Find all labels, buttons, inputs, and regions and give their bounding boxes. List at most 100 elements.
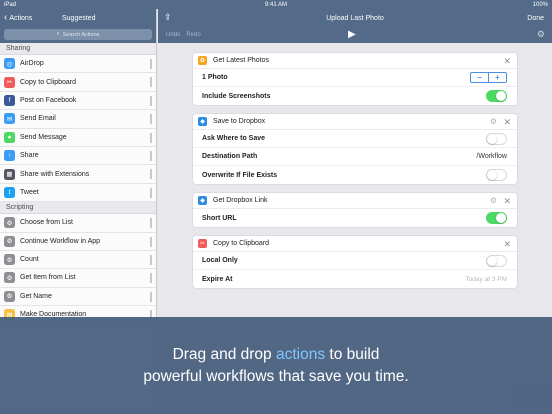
promo-caption: Drag and drop actions to build powerful …	[0, 317, 552, 414]
action-list-item[interactable]: ⚙ Continue Workflow in App	[0, 232, 156, 251]
editor-toolbar: Undo Redo ▶ ⚙	[158, 27, 552, 43]
toggle-switch[interactable]	[486, 90, 507, 102]
drag-handle-icon[interactable]	[150, 59, 152, 69]
drag-handle-icon[interactable]	[150, 254, 152, 265]
toggle-switch[interactable]	[486, 212, 507, 224]
drag-handle-icon[interactable]	[150, 95, 152, 106]
gear-icon: ⚙	[4, 217, 15, 229]
drag-handle-icon[interactable]	[150, 291, 152, 302]
share-icon[interactable]: ⇪	[164, 12, 172, 23]
undo-button[interactable]: Undo	[166, 32, 180, 38]
action-list-item[interactable]: ⚙ Get Item from List	[0, 269, 156, 288]
drag-handle-icon[interactable]	[150, 169, 152, 180]
action-label: Send Email	[20, 115, 56, 123]
sidebar-nav-bar: ‹ Actions Suggested	[0, 9, 156, 27]
parameter-label: Expire At	[202, 275, 233, 283]
parameter-label: 1 Photo	[202, 74, 228, 81]
toggle-switch[interactable]	[486, 254, 507, 267]
parameter-row: Short URL	[193, 209, 517, 227]
done-button[interactable]: Done	[527, 15, 544, 22]
action-list-item[interactable]: ◎ AirDrop	[0, 55, 156, 74]
action-label: Send Message	[20, 133, 67, 141]
action-card-title: Get Dropbox Link	[213, 197, 268, 204]
status-bar: iPad 9:41 AM 100%	[0, 0, 552, 9]
quantity-stepper[interactable]: − +	[470, 72, 507, 83]
play-icon[interactable]: ▶	[348, 29, 356, 40]
parameter-row: Include Screenshots	[193, 87, 517, 105]
drag-handle-icon[interactable]	[150, 273, 152, 284]
plus-icon[interactable]: +	[489, 73, 506, 82]
dropbox-icon: ◆	[198, 196, 207, 205]
parameter-value[interactable]: /Workflow	[476, 153, 507, 160]
parameter-label: Local Only	[202, 257, 238, 264]
gear-icon[interactable]: ⚙	[490, 196, 497, 205]
scissors-icon: ✂	[4, 76, 15, 88]
action-list-item[interactable]: f Post on Facebook	[0, 91, 156, 111]
settings-icon[interactable]: ⚙	[537, 29, 545, 40]
gear-icon[interactable]: ⚙	[490, 117, 497, 126]
message-icon: ●	[4, 131, 15, 143]
action-card[interactable]: ◆ Get Dropbox Link ⚙ ✕ Short URL	[193, 193, 517, 227]
action-label: Continue Workflow in App	[20, 237, 101, 245]
parameter-label: Overwrite If File Exists	[202, 171, 278, 179]
action-list-item[interactable]: ⚙ Count	[0, 250, 156, 270]
parameter-row: Destination Path/Workflow	[193, 148, 517, 166]
drag-handle-icon[interactable]	[150, 236, 152, 247]
action-list-item[interactable]: ↑ Share	[0, 146, 156, 166]
drag-handle-icon[interactable]	[150, 187, 152, 198]
drag-handle-icon[interactable]	[150, 218, 152, 229]
share-icon: ↑	[4, 150, 15, 162]
action-card-title: Get Latest Photos	[213, 57, 270, 64]
close-icon[interactable]: ✕	[503, 239, 511, 250]
search-placeholder: Search Actions	[62, 31, 100, 38]
action-card[interactable]: ✂ Copy to Clipboard ✕ Local Only Expire At To…	[193, 236, 517, 288]
action-card-header: ◆ Save to Dropbox ⚙ ✕	[193, 114, 517, 130]
action-label: Get Item from List	[20, 274, 76, 282]
search-input[interactable]: ⌕ Search Actions	[4, 29, 152, 40]
caption-highlight: actions	[275, 346, 326, 363]
minus-icon[interactable]: −	[471, 73, 489, 82]
action-list-item[interactable]: ⚙ Choose from List	[0, 214, 156, 233]
gear-icon: ⚙	[4, 235, 15, 247]
facebook-icon: f	[4, 94, 15, 106]
action-list-item[interactable]: ▦ Share with Extensions	[0, 165, 156, 184]
redo-button[interactable]: Redo	[186, 32, 200, 38]
toggle-switch[interactable]	[486, 169, 507, 181]
drag-handle-icon[interactable]	[150, 114, 152, 125]
parameter-label: Include Screenshots	[202, 92, 271, 100]
status-time: 9:41 AM	[264, 1, 287, 8]
action-list-item[interactable]: t Tweet	[0, 183, 156, 203]
action-label: Get Name	[20, 292, 52, 300]
action-list-item[interactable]: ● Send Message	[0, 128, 156, 147]
parameter-row: Ask Where to Save	[193, 130, 517, 148]
parameter-placeholder[interactable]: Today at 3 PM	[465, 276, 507, 283]
section-header: Sharing	[0, 43, 156, 55]
toggle-switch[interactable]	[486, 132, 507, 145]
close-icon[interactable]: ✕	[503, 56, 511, 67]
parameter-row: Overwrite If File Exists	[193, 166, 517, 184]
twitter-icon: t	[4, 186, 15, 198]
close-icon[interactable]: ✕	[503, 196, 511, 207]
parameter-label: Destination Path	[202, 153, 258, 160]
drag-handle-icon[interactable]	[150, 150, 152, 161]
section-header: Scripting	[0, 202, 156, 215]
close-icon[interactable]: ✕	[503, 117, 511, 128]
back-button[interactable]: ‹ Actions	[4, 13, 32, 23]
action-list-item[interactable]: ✉ Send Email	[0, 110, 156, 129]
action-label: Choose from List	[20, 219, 73, 227]
drag-handle-icon[interactable]	[150, 77, 152, 88]
dropbox-icon: ◆	[198, 117, 207, 126]
action-card[interactable]: ◆ Save to Dropbox ⚙ ✕ Ask Where to Save Desti…	[193, 114, 517, 184]
drag-handle-icon[interactable]	[150, 132, 152, 143]
parameter-row: Expire At Today at 3 PM	[193, 270, 517, 288]
parameter-row: Local Only	[193, 252, 517, 270]
action-card-header: ✿ Get Latest Photos ✕	[193, 53, 517, 69]
scissors-icon: ✂	[198, 239, 207, 248]
parameter-label: Ask Where to Save	[202, 135, 266, 142]
action-list-item[interactable]: ✂ Copy to Clipboard	[0, 73, 156, 92]
action-card[interactable]: ✿ Get Latest Photos ✕ 1 Photo − + Include Scre…	[193, 53, 517, 105]
action-list-item[interactable]: ⚙ Get Name	[0, 287, 156, 307]
chevron-left-icon: ‹	[4, 12, 8, 23]
search-icon: ⌕	[56, 31, 60, 37]
back-button-label: Actions	[9, 14, 33, 22]
